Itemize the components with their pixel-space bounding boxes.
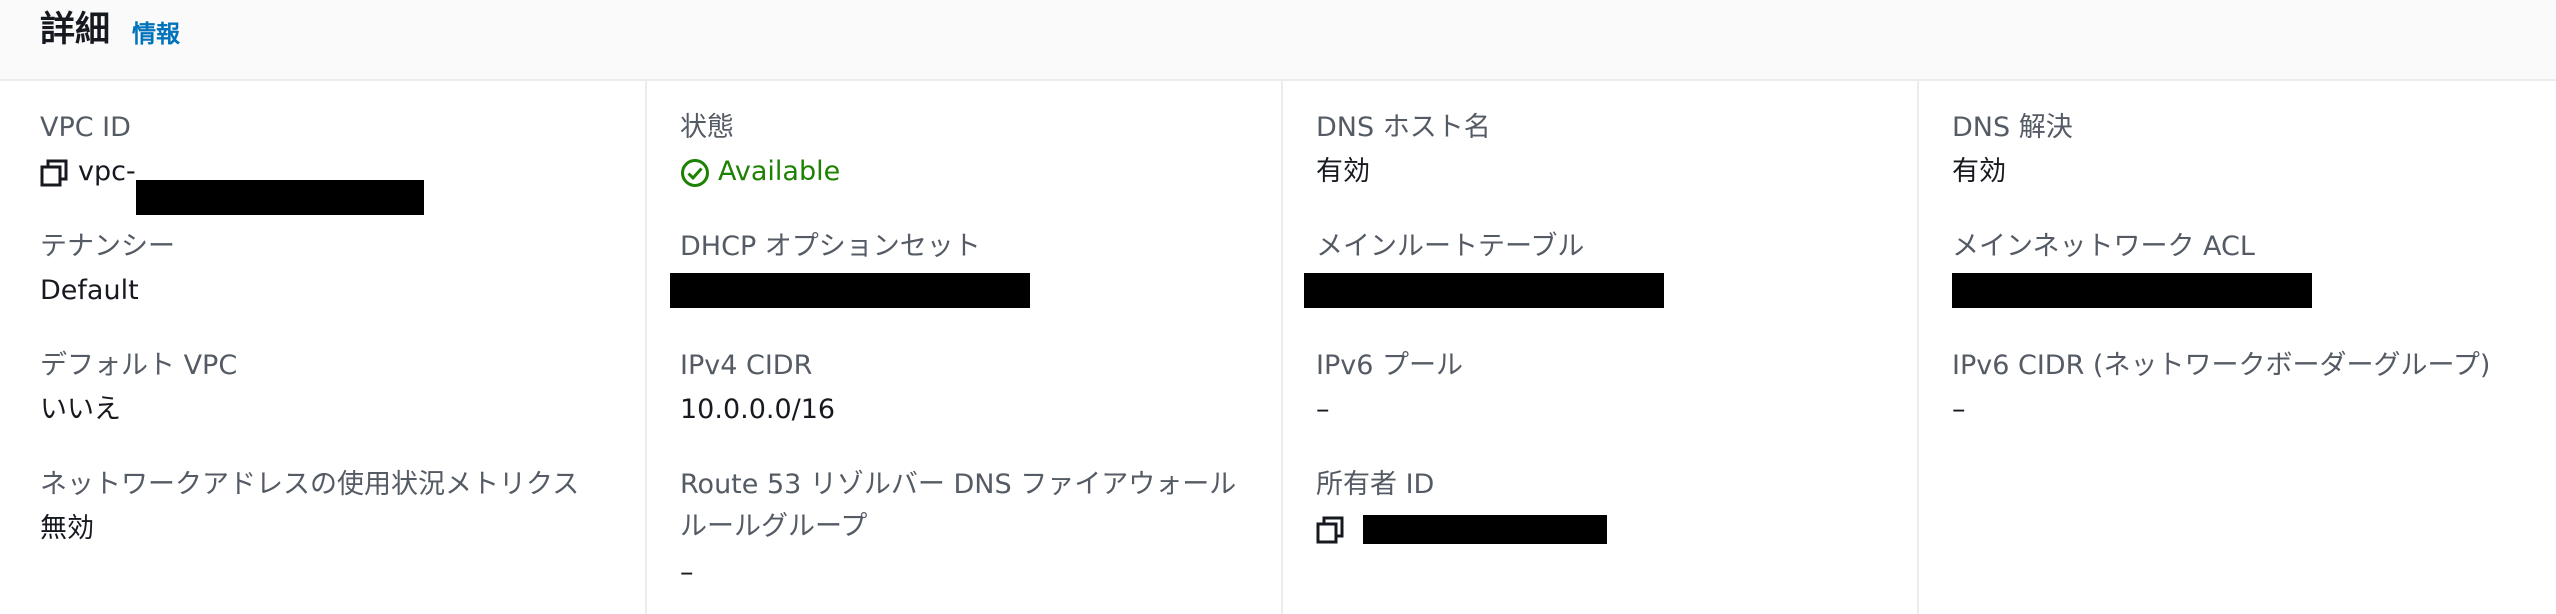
details-column-2: 状態 Available DHCP オプションセット IPv4 CIDR 10.… xyxy=(645,81,1281,614)
field-label: DNS 解決 xyxy=(1952,112,2073,143)
field-label: IPv6 プール xyxy=(1316,350,1463,381)
field-value: Default xyxy=(40,275,139,306)
status-value: Available xyxy=(680,153,840,191)
details-column-3: DNS ホスト名 有効 メインルートテーブル IPv6 プール – 所有者 ID xyxy=(1281,81,1917,614)
field-value: いいえ xyxy=(40,394,121,425)
field-label: ネットワークアドレスの使用状況メトリクス xyxy=(40,469,580,500)
redacted-owner-id xyxy=(1363,515,1607,544)
field-value: 有効 xyxy=(1952,156,2006,187)
field-value: 10.0.0.0/16 xyxy=(680,394,836,425)
field-value xyxy=(1316,510,1354,548)
redacted-main-network-acl[interactable] xyxy=(1952,273,2312,308)
field-label: DNS ホスト名 xyxy=(1316,112,1491,143)
field-label: VPC ID xyxy=(40,112,131,143)
details-column-1: VPC ID vpc- テナンシー Default デフォルト VPC いいえ … xyxy=(40,81,640,614)
field-label: メインルートテーブル xyxy=(1316,231,1585,262)
field-value: – xyxy=(1316,394,1330,425)
field-label: IPv4 CIDR xyxy=(680,350,813,381)
redacted-dhcp-options[interactable] xyxy=(670,273,1030,308)
field-value: 有効 xyxy=(1316,156,1370,187)
field-label: デフォルト VPC xyxy=(40,350,238,381)
field-label: DHCP オプションセット xyxy=(680,231,981,262)
section-title: 詳細 xyxy=(40,10,111,50)
field-label-line2: ルールグループ xyxy=(680,511,868,542)
field-value: – xyxy=(680,557,694,588)
details-column-4: DNS 解決 有効 メインネットワーク ACL IPv6 CIDR (ネットワー… xyxy=(1917,81,2556,614)
info-link[interactable]: 情報 xyxy=(132,17,180,51)
field-label: メインネットワーク ACL xyxy=(1952,231,2255,262)
redacted-main-route-table[interactable] xyxy=(1304,273,1664,308)
copy-icon[interactable] xyxy=(1316,516,1344,544)
field-value: vpc- xyxy=(40,153,136,191)
vpc-id-text: vpc- xyxy=(78,156,136,187)
field-label: 所有者 ID xyxy=(1316,469,1435,500)
status-text: Available xyxy=(718,156,841,187)
redacted-vpc-id xyxy=(136,180,424,215)
field-label: テナンシー xyxy=(40,231,175,262)
field-label: 状態 xyxy=(680,112,734,143)
field-value: 無効 xyxy=(40,513,94,544)
field-value: – xyxy=(1952,394,1966,425)
section-header: 詳細 情報 xyxy=(0,0,2556,81)
copy-icon[interactable] xyxy=(40,159,68,187)
field-label: IPv6 CIDR (ネットワークボーダーグループ) xyxy=(1952,350,2491,381)
check-circle-icon xyxy=(681,158,709,187)
field-label: Route 53 リゾルバー DNS ファイアウォール xyxy=(680,469,1237,500)
